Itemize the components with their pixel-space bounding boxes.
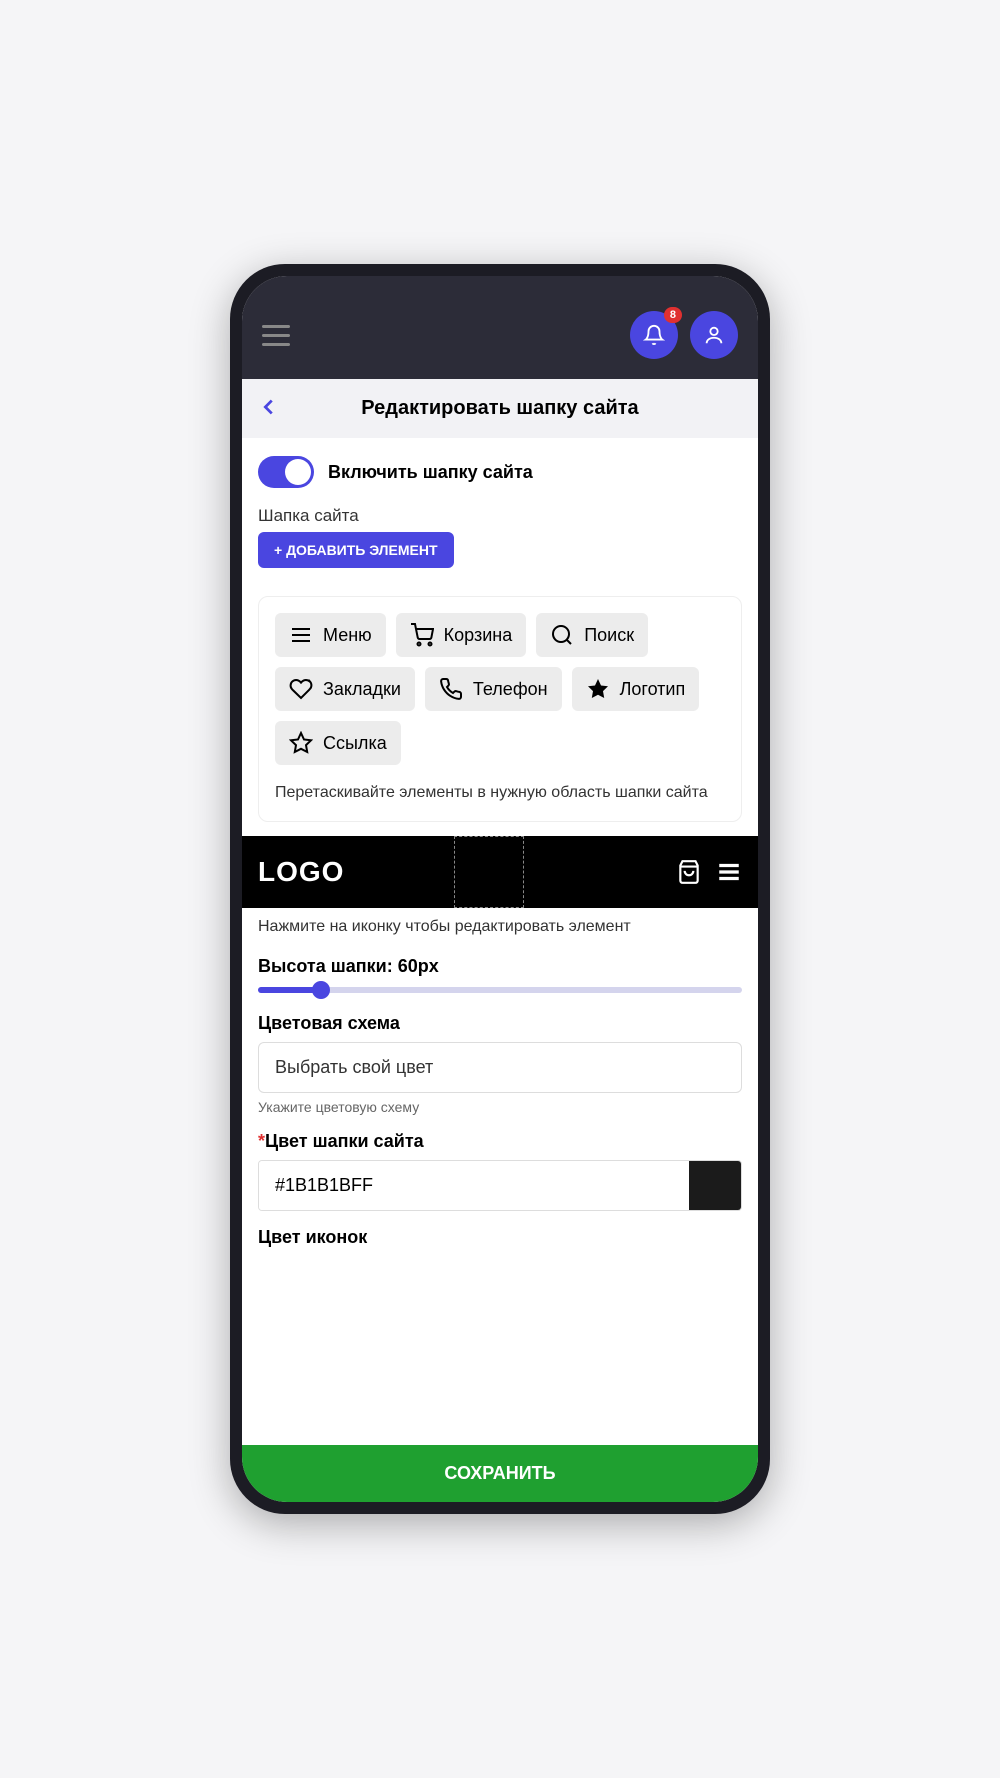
element-chip-phone[interactable]: Телефон bbox=[425, 667, 562, 711]
chip-label: Закладки bbox=[323, 679, 401, 700]
element-chip-logo[interactable]: Логотип bbox=[572, 667, 700, 711]
phone-icon bbox=[439, 677, 463, 701]
chip-label: Логотип bbox=[620, 679, 686, 700]
color-scheme-label: Цветовая схема bbox=[258, 1013, 742, 1034]
header-color-input[interactable] bbox=[259, 1161, 689, 1210]
icon-color-label: Цвет иконок bbox=[258, 1227, 742, 1248]
slider-thumb[interactable] bbox=[312, 981, 330, 999]
profile-button[interactable] bbox=[690, 311, 738, 359]
chip-label: Телефон bbox=[473, 679, 548, 700]
chip-label: Поиск bbox=[584, 625, 634, 646]
star-filled-icon bbox=[586, 677, 610, 701]
preview-logo[interactable]: LOGO bbox=[258, 856, 344, 888]
preview-bag-icon[interactable] bbox=[676, 859, 702, 885]
heart-icon bbox=[289, 677, 313, 701]
preview-hint: Нажмите на иконку чтобы редактировать эл… bbox=[242, 908, 758, 946]
toggle-label: Включить шапку сайта bbox=[328, 462, 533, 483]
back-button[interactable] bbox=[258, 393, 280, 425]
height-slider[interactable] bbox=[258, 987, 742, 993]
chip-label: Ссылка bbox=[323, 733, 387, 754]
element-chip-search[interactable]: Поиск bbox=[536, 613, 648, 657]
app-header: 8 bbox=[242, 276, 758, 379]
save-button[interactable]: СОХРАНИТЬ bbox=[242, 1445, 758, 1502]
header-color-swatch[interactable] bbox=[689, 1161, 741, 1210]
cart-icon bbox=[410, 623, 434, 647]
preview-drop-zone[interactable] bbox=[454, 836, 524, 908]
preview-menu-icon[interactable] bbox=[716, 859, 742, 885]
page-title: Редактировать шапку сайта bbox=[258, 397, 742, 420]
color-scheme-helper: Укажите цветовую схему bbox=[258, 1099, 742, 1115]
menu-button[interactable] bbox=[262, 325, 290, 346]
enable-header-toggle[interactable] bbox=[258, 456, 314, 488]
notifications-button[interactable]: 8 bbox=[630, 311, 678, 359]
elements-hint: Перетаскивайте элементы в нужную область… bbox=[275, 781, 725, 805]
element-chip-menu[interactable]: Меню bbox=[275, 613, 386, 657]
star-outline-icon bbox=[289, 731, 313, 755]
color-scheme-select[interactable]: Выбрать свой цвет bbox=[258, 1042, 742, 1093]
height-label: Высота шапки: 60px bbox=[258, 956, 742, 977]
search-icon bbox=[550, 623, 574, 647]
header-color-label: *Цвет шапки сайта bbox=[258, 1131, 742, 1152]
menu-icon bbox=[289, 623, 313, 647]
chip-label: Меню bbox=[323, 625, 372, 646]
section-label: Шапка сайта bbox=[258, 506, 742, 526]
element-chip-bookmarks[interactable]: Закладки bbox=[275, 667, 415, 711]
notification-badge: 8 bbox=[664, 307, 682, 323]
chip-label: Корзина bbox=[444, 625, 513, 646]
element-chip-cart[interactable]: Корзина bbox=[396, 613, 527, 657]
page-titlebar: Редактировать шапку сайта bbox=[242, 379, 758, 438]
elements-palette: Меню Корзина Поиск Закладки bbox=[258, 596, 742, 822]
element-chip-link[interactable]: Ссылка bbox=[275, 721, 401, 765]
add-element-button[interactable]: + ДОБАВИТЬ ЭЛЕМЕНТ bbox=[258, 532, 454, 568]
header-preview[interactable]: LOGO bbox=[242, 836, 758, 908]
